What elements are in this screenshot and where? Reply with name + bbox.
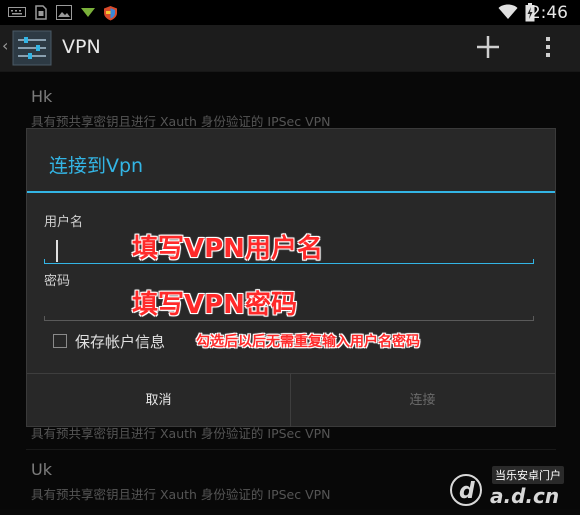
cancel-button[interactable]: 取消 — [27, 374, 290, 427]
status-bar: 2:46 — [0, 0, 580, 25]
save-account-checkbox[interactable] — [53, 334, 67, 348]
watermark-logo-icon: d — [450, 474, 482, 506]
username-annotation: 填写VPN用户名 — [132, 234, 323, 264]
dialog-title-divider — [27, 191, 555, 193]
field-underline-tick — [44, 259, 45, 264]
checkbox-annotation: 勾选后以后无需重复输入用户名密码 — [196, 334, 420, 350]
watermark-brand: 当乐安卓门户 — [492, 466, 564, 484]
add-icon[interactable] — [474, 33, 502, 61]
page-title: VPN — [62, 36, 101, 58]
svg-text:d: d — [459, 479, 475, 504]
vpn-settings-icon[interactable] — [12, 30, 52, 66]
username-label: 用户名 — [44, 215, 84, 230]
overflow-menu-icon[interactable] — [540, 33, 556, 61]
password-label: 密码 — [44, 274, 71, 289]
sim-card-icon — [35, 5, 47, 20]
field-underline-tick — [533, 316, 534, 321]
connect-button[interactable]: 连接 — [291, 374, 554, 427]
save-account-label[interactable]: 保存帐户信息 — [75, 331, 165, 352]
clock: 2:46 — [529, 3, 568, 23]
dialog-title: 连接到Vpn — [49, 155, 144, 177]
keyboard-icon — [8, 7, 26, 17]
text-cursor — [56, 240, 58, 262]
download-icon — [81, 8, 95, 17]
watermark-domain: a.d.cn — [490, 484, 560, 508]
action-bar: ‹ VPN — [0, 25, 580, 72]
field-underline-tick — [44, 316, 45, 321]
shield-app-icon — [104, 6, 117, 21]
wifi-icon — [498, 4, 518, 19]
image-icon — [56, 5, 72, 20]
connect-dialog: 连接到Vpn 用户名 密码 保存帐户信息 取消 连接 — [26, 128, 556, 427]
field-underline-tick — [533, 259, 534, 264]
back-caret-icon[interactable]: ‹ — [2, 36, 8, 55]
password-annotation: 填写VPN密码 — [132, 290, 297, 320]
dialog-button-bar: 取消 连接 — [27, 373, 555, 427]
